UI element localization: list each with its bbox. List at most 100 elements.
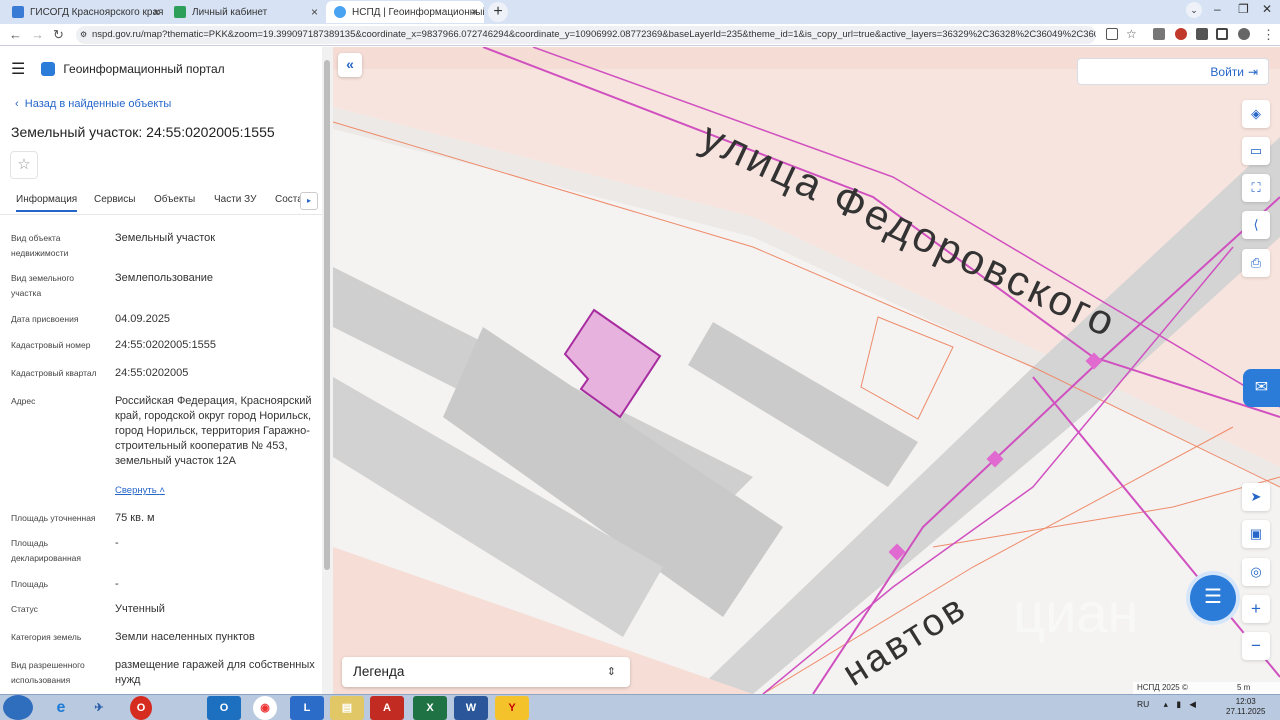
assistant-badge-icon[interactable]: ✉ [1243,369,1280,407]
file-explorer-icon[interactable]: ▤ [330,696,364,720]
taskbar-clock[interactable]: 12:03 27.11.2025 [1226,697,1265,717]
profile-avatar-icon[interactable] [1238,28,1250,40]
share-icon[interactable]: ⟨ [1242,211,1270,239]
field-value: Земли населенных пунктов [115,631,255,643]
tabs-next-button[interactable]: ▸ [300,192,318,210]
pdf-reader-icon[interactable]: A [370,696,404,720]
close-window-button[interactable]: ✕ [1262,2,1272,16]
browser-menu-icon[interactable]: ⋮ [1262,27,1275,43]
tab-composition[interactable]: Соста [275,194,303,205]
network-icon[interactable]: ▮ [1176,699,1181,709]
login-icon: ⇥ [1248,65,1259,79]
map-canvas[interactable]: улица Федоровского навтов циан [333,47,1280,694]
field-value: Земельный участок [115,232,216,244]
tab-title: ГИСОГД Красноярского края [30,6,164,18]
field-value: - [115,537,119,549]
side-panel-icon[interactable] [1216,28,1228,40]
tab-parts[interactable]: Части ЗУ [214,194,256,205]
browser-tab-cabinet[interactable]: Личный кабинет × [166,1,324,23]
tab-information[interactable]: Информация [16,194,78,212]
extension-icon[interactable] [1153,28,1165,40]
lync-icon[interactable]: L [290,696,324,720]
hamburger-menu-icon[interactable]: ☰ [11,59,25,79]
extension-icon[interactable] [1175,28,1187,40]
field-value: 04.09.2025 [115,313,171,325]
excel-icon[interactable]: X [413,696,447,720]
field-label: Вид объекта недвижимости [11,233,69,258]
browser-tab-gisogd[interactable]: ГИСОГД Красноярского края × [4,1,166,23]
login-button[interactable]: Войти [1077,58,1269,85]
share-page-icon[interactable] [1106,28,1118,40]
chevron-updown-icon: ⇕ [606,666,616,678]
minimize-window-button[interactable]: – [1214,2,1221,16]
back-to-results-link[interactable]: ‹ Назад в найденные объекты [15,98,171,110]
field-value: 24:55:0202005 [115,367,189,379]
new-tab-button[interactable]: + [488,2,508,22]
yandex-browser-icon[interactable]: Y [495,696,529,720]
messenger-icon[interactable]: ✈ [82,696,116,720]
close-tab-icon[interactable]: × [471,5,478,19]
minimap-icon[interactable]: ▣ [1242,520,1270,548]
field-value: Учтенный [115,603,165,615]
word-icon[interactable]: W [454,696,488,720]
reload-icon[interactable]: ↻ [53,27,64,43]
attribution-text: НСПД 2025 © [1137,683,1188,692]
windows-start-button[interactable] [3,695,33,720]
tab-title: НСПД | Геоинформационный п [352,6,484,18]
zoom-out-button[interactable]: − [1242,632,1270,660]
legend-dropdown[interactable]: Легенда ⇕ [342,657,630,687]
browser-tab-nspd[interactable]: НСПД | Геоинформационный п × [326,1,484,23]
opera-icon[interactable]: O [130,696,152,720]
tray-arrow-icon[interactable]: ▴ [1164,699,1168,709]
url-text: nspd.gov.ru/map?thematic=PKK&zoom=19.399… [92,29,1096,40]
field-label: Статус [11,604,38,614]
panel-scrollbar-thumb[interactable] [324,60,330,570]
object-info-panel: ☰ Геоинформационный портал ‹ Назад в най… [0,47,333,694]
chevron-up-icon: ˄ [159,485,165,496]
gisogd-favicon-icon [12,6,24,18]
field-label: Площадь декларированная [11,538,81,563]
field-label: Дата присвоения [11,314,79,324]
parcel-outline [860,316,954,420]
ruler-icon[interactable]: ▭ [1242,137,1270,165]
language-indicator[interactable]: RU [1137,699,1149,709]
address-bar[interactable]: ⚙ nspd.gov.ru/map?thematic=PKK&zoom=19.3… [76,26,1096,44]
field-value: Землепользование [115,272,214,284]
field-value: Российская Федерация, Красноярский край,… [115,395,312,467]
chrome-icon[interactable]: ◉ [253,696,277,720]
bookmark-star-icon[interactable]: ☆ [1126,27,1137,41]
geolocation-icon[interactable]: ◎ [1242,558,1270,586]
clock-time: 12:03 [1235,697,1256,706]
cabinet-favicon-icon [174,6,186,18]
zoom-in-button[interactable]: + [1242,595,1270,623]
forward-arrow-icon[interactable]: → [31,27,44,42]
tab-objects[interactable]: Объекты [154,194,195,205]
tab-search-button[interactable]: ⌄ [1186,2,1202,18]
print-icon[interactable]: ⎙ [1242,249,1270,277]
close-tab-icon[interactable]: × [311,5,318,19]
back-arrow-icon[interactable]: ← [9,27,22,42]
collapse-address-link[interactable]: Свернуть ˄ [115,485,165,496]
field-label: Площадь уточненная [11,513,96,523]
locate-me-icon[interactable]: ➤ [1242,483,1270,511]
layers-icon[interactable]: ◈ [1242,100,1270,128]
extensions-puzzle-icon[interactable] [1196,28,1208,40]
ie-icon[interactable]: e [44,696,78,720]
tab-title: Личный кабинет [192,6,268,18]
outlook-icon[interactable]: O [207,696,241,720]
back-label: Назад в найденные объекты [24,98,172,110]
collapse-panel-button[interactable]: « [338,53,362,77]
maximize-window-button[interactable]: ❐ [1238,2,1249,16]
favorite-star-button[interactable]: ☆ [10,151,38,179]
tab-services[interactable]: Сервисы [94,194,135,205]
watermark: циан [1013,581,1138,644]
field-label: Вид земельного участка [11,273,75,298]
field-label: Адрес [11,396,36,406]
volume-icon[interactable]: ◀ [1189,699,1196,709]
chat-button[interactable]: ☰ [1190,575,1236,621]
close-tab-icon[interactable]: × [153,5,160,19]
browser-tab-bar: ГИСОГД Красноярского края × Личный кабин… [0,0,1280,24]
chevron-left-icon: ‹ [15,98,19,110]
site-info-icon[interactable]: ⚙ [80,26,87,44]
select-area-icon[interactable]: ⛶ [1242,174,1270,202]
